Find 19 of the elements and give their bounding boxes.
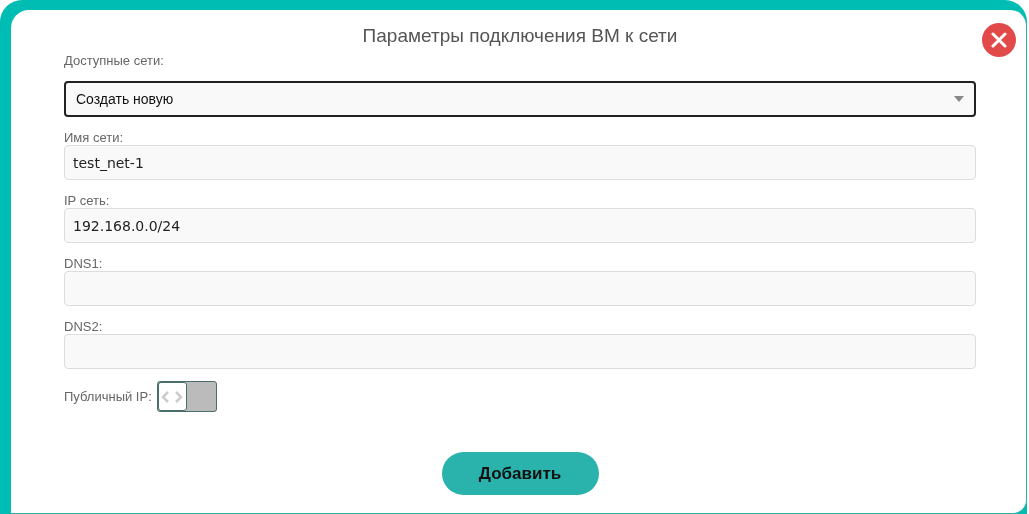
chevrons-icon <box>161 389 184 404</box>
input-field[interactable] <box>64 334 976 369</box>
public-ip-toggle[interactable] <box>156 381 217 412</box>
dropdown-caret-icon <box>954 96 964 102</box>
close-icon <box>991 32 1007 48</box>
field-label: DNS2: <box>64 318 104 334</box>
field-label: DNS1: <box>64 255 104 271</box>
close-button[interactable] <box>982 23 1016 57</box>
input-field[interactable]: 192.168.0.0/24 <box>64 208 976 243</box>
select-value: Создать новую <box>76 89 174 109</box>
input-field[interactable]: test_net-1 <box>64 145 976 180</box>
field-label: Публичный IP: <box>64 387 152 406</box>
dialog-title: Параметры подключения ВМ к сети <box>361 24 679 48</box>
field-label: Доступные сети: <box>64 52 165 70</box>
field-label: Имя сети: <box>64 129 125 145</box>
add-button[interactable]: Добавить <box>441 452 599 495</box>
input-field[interactable] <box>64 271 976 306</box>
network-select[interactable]: Создать новую <box>64 81 976 117</box>
field-label: IP сеть: <box>64 192 111 208</box>
